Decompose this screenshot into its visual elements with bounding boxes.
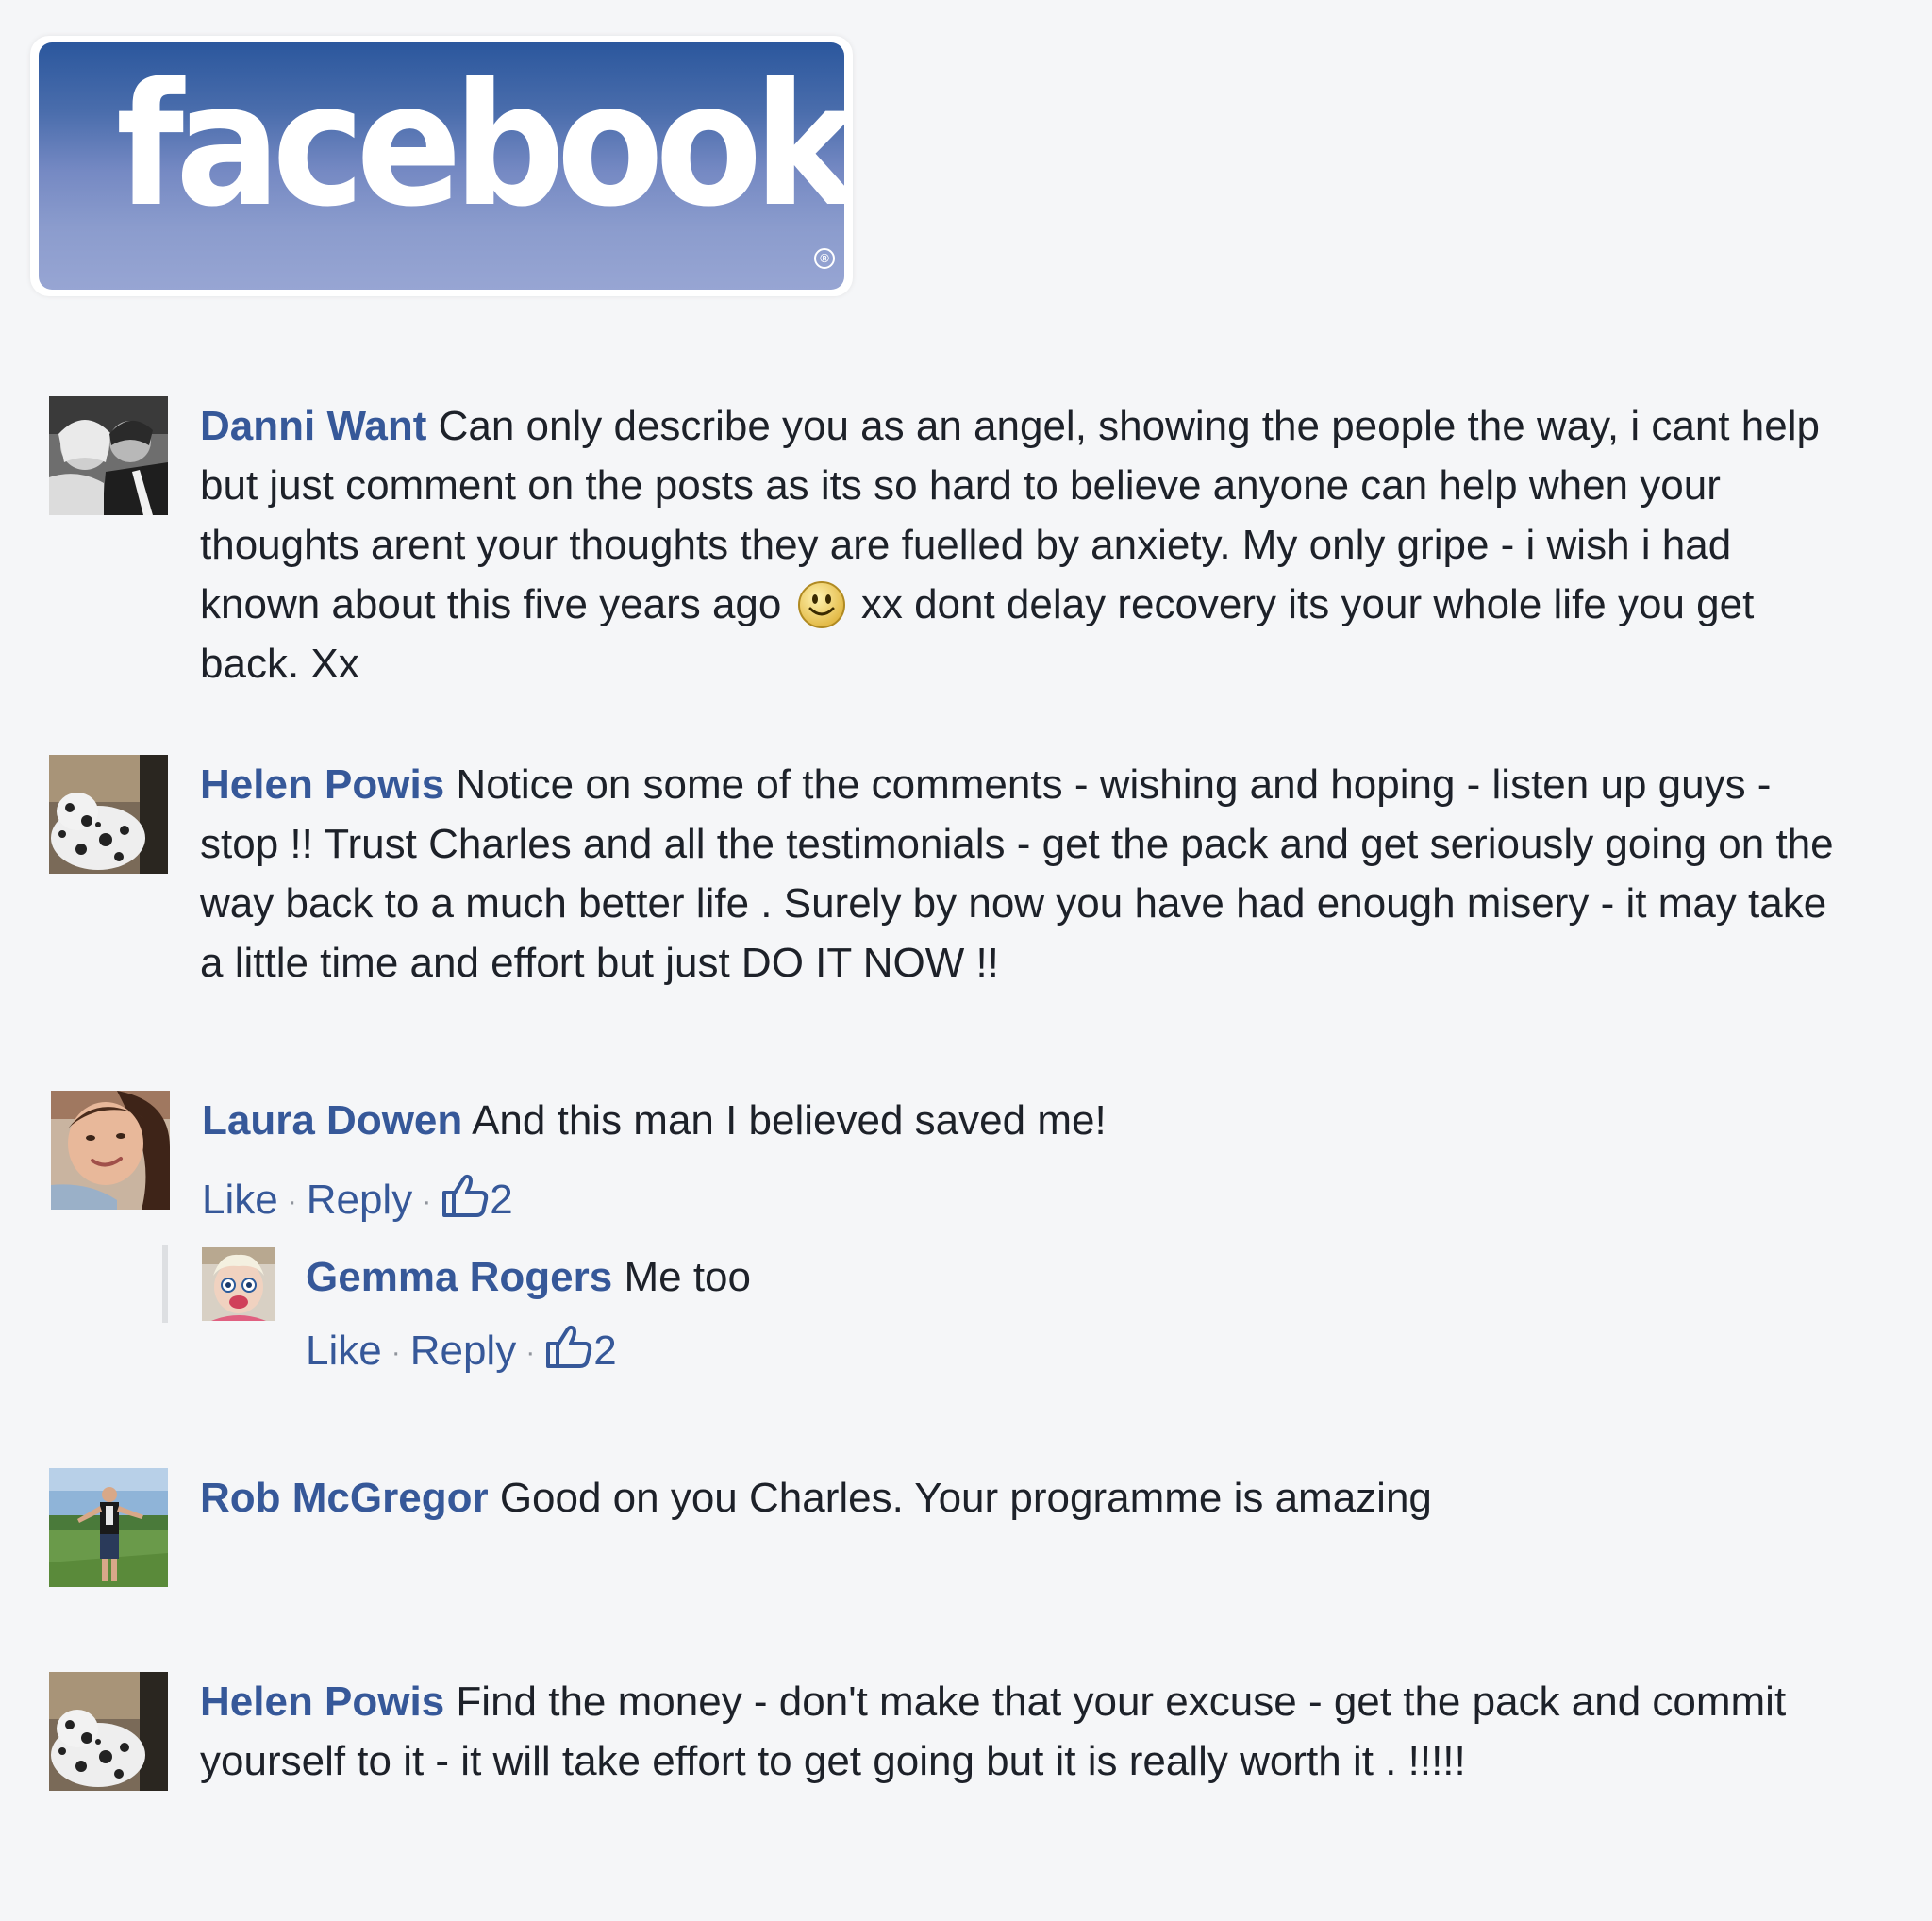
like-link[interactable]: Like	[306, 1328, 382, 1374]
separator: ·	[287, 1186, 297, 1218]
reply-thread-line	[162, 1245, 168, 1323]
reply-text: Me too	[624, 1254, 751, 1300]
avatar[interactable]	[49, 1468, 168, 1587]
smiley-face-icon	[797, 580, 846, 629]
separator: ·	[422, 1186, 432, 1218]
reply-body: Gemma Rogers Me too	[306, 1247, 1815, 1307]
comment-text: And this man I believed saved me!	[472, 1097, 1107, 1144]
facebook-logo-frame: facebook ®	[30, 36, 853, 296]
avatar[interactable]	[49, 755, 168, 874]
comment-body: Rob McGregor Good on you Charles. Your p…	[200, 1468, 1841, 1528]
facebook-wordmark: facebook	[116, 47, 844, 244]
thumbs-up-icon[interactable]	[544, 1323, 593, 1370]
comment-author-link[interactable]: Laura Dowen	[202, 1097, 462, 1144]
registered-mark: ®	[814, 248, 835, 269]
comment-author-link[interactable]: Danni Want	[200, 403, 426, 449]
separator: ·	[391, 1337, 401, 1369]
reply-actions: Like · Reply · 2	[306, 1323, 617, 1379]
facebook-logo: facebook ®	[39, 42, 844, 290]
reply-link[interactable]: Reply	[410, 1328, 517, 1374]
avatar[interactable]	[49, 1672, 168, 1791]
like-link[interactable]: Like	[202, 1177, 278, 1223]
comment-body: Helen Powis Notice on some of the commen…	[200, 755, 1841, 993]
like-count: 2	[490, 1177, 513, 1223]
reply-author-link[interactable]: Gemma Rogers	[306, 1254, 612, 1300]
avatar[interactable]	[51, 1091, 170, 1210]
avatar[interactable]	[202, 1247, 275, 1321]
comment-body: Laura Dowen And this man I believed save…	[202, 1091, 1843, 1150]
comment-author-link[interactable]: Helen Powis	[200, 1679, 444, 1725]
comment-text: Notice on some of the comments - wishing…	[200, 761, 1834, 986]
comment-author-link[interactable]: Helen Powis	[200, 761, 444, 808]
comment-text: Good on you Charles. Your programme is a…	[499, 1475, 1432, 1521]
reply-link[interactable]: Reply	[307, 1177, 413, 1223]
comment-body: Danni Want Can only describe you as an a…	[200, 396, 1841, 693]
thumbs-up-icon[interactable]	[441, 1172, 490, 1219]
comment-body: Helen Powis Find the money - don't make …	[200, 1672, 1841, 1791]
like-count: 2	[593, 1328, 617, 1374]
comment-actions: Like · Reply · 2	[202, 1172, 513, 1228]
separator: ·	[525, 1337, 536, 1369]
comment-author-link[interactable]: Rob McGregor	[200, 1475, 489, 1521]
avatar[interactable]	[49, 396, 168, 515]
